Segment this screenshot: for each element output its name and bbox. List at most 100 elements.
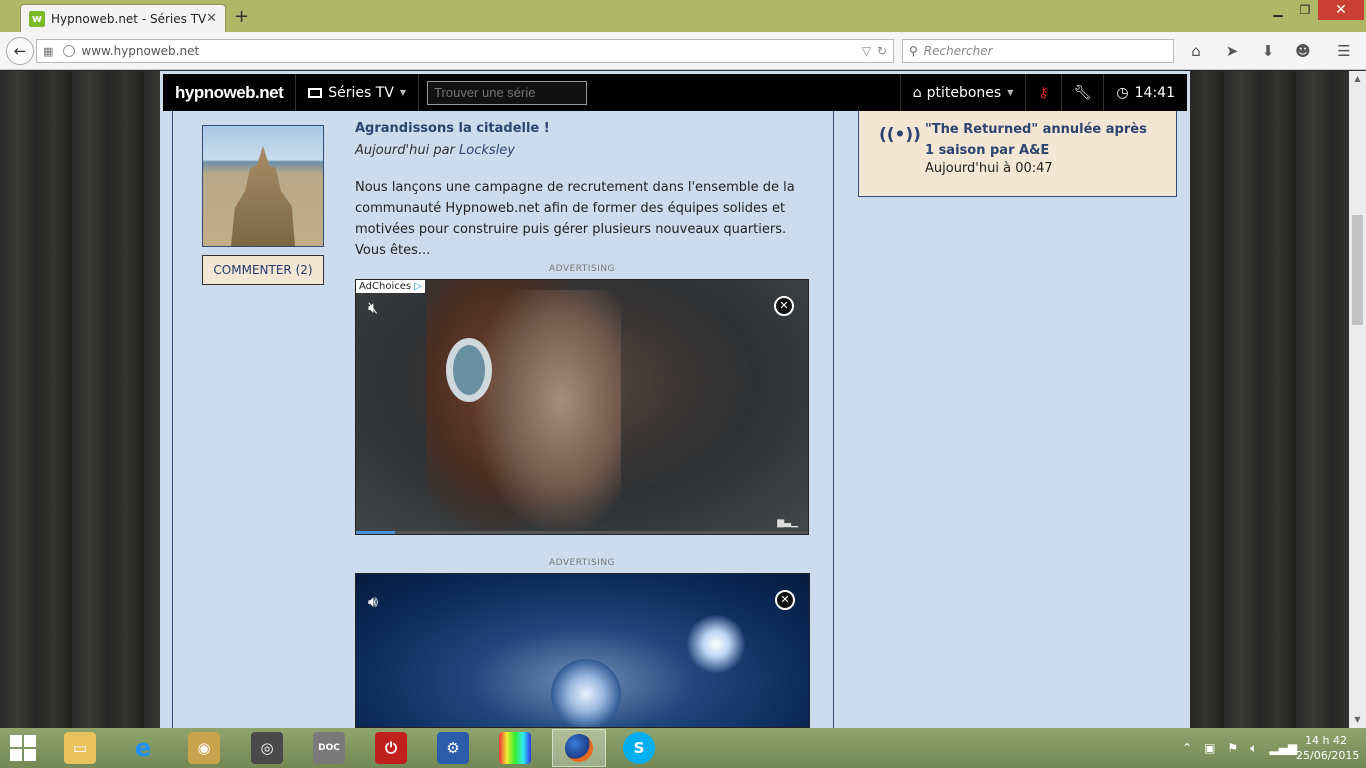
speaker-app-icon[interactable]: ◎ <box>251 732 283 764</box>
firefox-logo-icon <box>565 734 593 762</box>
news-title-link[interactable]: "The Returned" annulée après 1 saison pa… <box>925 119 1155 161</box>
article-author-link[interactable]: Locksley <box>459 143 515 158</box>
user-menu-button[interactable]: ⌂ ptitebones ▼ <box>899 74 1026 111</box>
article-date: Aujourd'hui par <box>355 143 455 158</box>
column-divider <box>172 111 173 728</box>
light-flare-image <box>686 614 746 674</box>
volume-icon[interactable]: 🔈︎ <box>1250 741 1257 756</box>
adchoices-icon: ▷ <box>414 281 422 292</box>
video-editor-icon[interactable] <box>499 732 531 764</box>
globe-icon <box>63 45 76 57</box>
clock-display: ◷ 14:41 <box>1103 74 1187 111</box>
advertising-label: ADVERTISING <box>548 264 616 274</box>
media-app-icon[interactable]: ◉ <box>188 732 220 764</box>
window-close-button[interactable]: ✕ <box>1318 0 1364 20</box>
settings-app-icon[interactable]: ⚙ <box>437 732 469 764</box>
taskbar-clock[interactable]: 14 h 42 25/06/2015 <box>1296 733 1360 763</box>
signal-bars-icon[interactable]: ▂▄▆ <box>1269 741 1297 755</box>
article-thumbnail-sandcastle[interactable] <box>202 125 324 247</box>
video-progress-fill <box>356 531 395 534</box>
site-logo[interactable]: hypnoweb.net <box>163 74 297 111</box>
news-time: Aujourd'hui à 00:47 <box>925 161 1053 176</box>
browser-navbar: ← ▦ www.hypnoweb.net ▽ ↻ ⚲ Rechercher ⌂ … <box>0 32 1366 70</box>
video-ad-headphones[interactable]: AdChoices ▷ 🔇︎ ✕ ▆▃▁ <box>355 279 809 535</box>
column-divider <box>833 111 834 728</box>
network-devices-icon[interactable]: ▣ <box>1204 741 1215 755</box>
address-bar[interactable]: ▦ www.hypnoweb.net ▽ ↻ <box>36 39 894 63</box>
wrench-icon[interactable]: 🔧︎ <box>1060 74 1104 111</box>
scroll-down-arrow-icon[interactable]: ▼ <box>1349 712 1366 728</box>
tv-icon <box>308 87 323 98</box>
power-app-icon[interactable]: ⏻ <box>375 732 407 764</box>
username: ptitebones <box>926 84 1002 101</box>
comment-button[interactable]: COMMENTER (2) <box>202 255 324 285</box>
send-icon[interactable]: ➤ <box>1222 41 1242 61</box>
broadcast-icon: ((•)) <box>879 125 921 145</box>
muted-speaker-icon[interactable]: 🔇︎ <box>368 298 378 318</box>
tab-title: Hypnoweb.net - Séries TV <box>51 11 207 26</box>
fullscreen-icon[interactable]: ▆▃▁ <box>777 518 798 528</box>
new-tab-icon[interactable]: + <box>234 6 249 27</box>
taskbar-date: 25/06/2015 <box>1296 749 1360 762</box>
key-icon[interactable]: ⚷ <box>1025 74 1060 111</box>
sandcastle-image <box>231 146 295 246</box>
smiley-icon[interactable]: ☻ <box>1293 41 1313 61</box>
flag-icon[interactable]: ⚑ <box>1227 741 1238 755</box>
internet-explorer-icon[interactable]: e <box>127 732 159 764</box>
advertising-label: ADVERTISING <box>548 558 616 568</box>
taskbar-time: 14 h 42 <box>1305 734 1347 747</box>
system-tray: ⌃ ▣ ⚑ 🔈︎ ▂▄▆ <box>1182 728 1309 768</box>
series-menu-button[interactable]: Séries TV ▼ <box>296 74 420 111</box>
download-icon[interactable]: ⬇ <box>1258 41 1278 61</box>
search-bar[interactable]: ⚲ Rechercher <box>902 39 1174 63</box>
scrollbar-thumb[interactable] <box>1352 215 1363 325</box>
header-time: 14:41 <box>1134 84 1175 101</box>
dropdown-arrow-icon[interactable]: ▽ <box>862 44 871 58</box>
browser-tab[interactable]: w Hypnoweb.net - Séries TV ✕ <box>20 4 226 32</box>
window-minimize-button[interactable]: ▁ <box>1264 0 1292 20</box>
caret-down-icon: ▼ <box>1007 88 1014 97</box>
window-maximize-button[interactable]: ❐ <box>1292 0 1318 20</box>
clock-icon: ◷ <box>1116 84 1129 101</box>
news-card: ((•)) "The Returned" annulée après 1 sai… <box>858 111 1177 197</box>
tray-expand-icon[interactable]: ⌃ <box>1182 741 1192 755</box>
hamburger-menu-icon[interactable]: ☰ <box>1334 41 1354 61</box>
scroll-up-arrow-icon[interactable]: ▲ <box>1349 71 1366 87</box>
browser-titlebar: w Hypnoweb.net - Séries TV ✕ + ▁ ❐ ✕ <box>0 0 1366 32</box>
headlight-lens-image <box>551 659 621 727</box>
video-ad-car-headlight[interactable]: 🔊︎ ✕ <box>355 573 810 728</box>
reader-view-icon[interactable]: ▦ <box>43 45 53 58</box>
file-explorer-icon[interactable]: ▭ <box>64 732 96 764</box>
find-series-input[interactable] <box>427 80 588 105</box>
firefox-icon[interactable] <box>552 729 606 767</box>
document-app-icon[interactable]: DOC <box>313 732 345 764</box>
article-excerpt: Nous lançons une campagne de recrutement… <box>355 180 795 258</box>
windows-taskbar: ▭ e ◉ ◎ DOC ⏻ ⚙ S ⌃ ▣ ⚑ 🔈︎ ▂▄▆ 14 h 42 2… <box>0 728 1366 768</box>
url-text[interactable]: www.hypnoweb.net <box>81 44 855 58</box>
web-viewport: hypnoweb.net Séries TV ▼ ⌂ ptitebones ▼ … <box>0 71 1366 728</box>
page-scrollbar[interactable]: ▲ ▼ <box>1349 71 1366 728</box>
home-icon[interactable]: ⌂ <box>1186 41 1206 61</box>
header-right-group: ⌂ ptitebones ▼ ⚷ 🔧︎ ◷ 14:41 <box>899 74 1187 111</box>
back-arrow-icon[interactable]: ← <box>6 37 34 65</box>
tab-close-icon[interactable]: ✕ <box>206 11 217 26</box>
hypnoweb-favicon-icon: w <box>29 10 45 27</box>
caret-down-icon: ▼ <box>399 88 407 97</box>
ad-image-face <box>471 290 621 534</box>
headphone-image <box>446 338 492 402</box>
video-progress-bar[interactable] <box>356 531 808 534</box>
site-header-bar: hypnoweb.net Séries TV ▼ ⌂ ptitebones ▼ … <box>163 74 1187 111</box>
series-menu-label: Séries TV <box>328 84 394 101</box>
windows-start-icon[interactable] <box>10 735 36 761</box>
home-small-icon: ⌂ <box>912 84 922 101</box>
adchoices-label: AdChoices <box>359 281 412 292</box>
article-meta: Aujourd'hui par Locksley <box>355 143 515 158</box>
adchoices-badge[interactable]: AdChoices ▷ <box>356 280 425 293</box>
search-icon: ⚲ <box>909 44 918 58</box>
reload-icon[interactable]: ↻ <box>877 44 887 58</box>
speaker-icon[interactable]: 🔊︎ <box>368 592 378 612</box>
skype-icon[interactable]: S <box>623 732 655 764</box>
article-title-link[interactable]: Agrandissons la citadelle ! <box>355 121 550 136</box>
ad-close-icon[interactable]: ✕ <box>774 296 794 316</box>
ad-close-icon[interactable]: ✕ <box>775 590 795 610</box>
